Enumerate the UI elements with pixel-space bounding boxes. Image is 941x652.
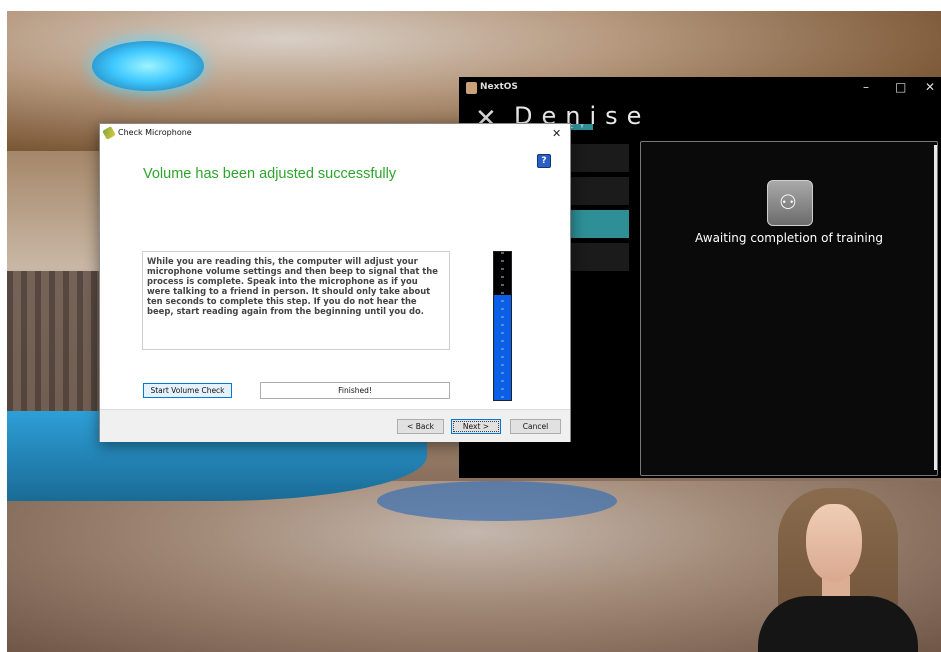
back-button[interactable]: < Back [397,419,444,434]
training-status-text: Awaiting completion of training [695,231,883,245]
background-ceiling-lamp [92,41,204,91]
minimize-button[interactable]: – [863,80,869,94]
dialog-close-button[interactable]: ✕ [552,127,561,140]
dialog-heading: Volume has been adjusted successfully [143,166,397,182]
panel-scrollbar[interactable] [934,145,937,470]
nextos-app-icon [466,82,477,94]
cancel-button[interactable]: Cancel [510,419,561,434]
avatar-face [806,504,862,582]
nav-tab-4[interactable] [567,243,629,271]
nav-tab-2[interactable] [567,177,629,205]
nav-tab-3-active[interactable] [567,210,629,238]
dialog-title: Check Microphone [118,128,192,137]
instructions-box: While you are reading this, the computer… [142,251,450,350]
microphone-wizard-icon [102,126,116,140]
background-floor-inlay [377,481,617,521]
volume-meter-ticks [501,252,504,400]
start-volume-check-button[interactable]: Start Volume Check [143,383,232,398]
training-panel: ⚇ Awaiting completion of training [640,141,938,476]
help-icon[interactable]: ? [537,154,551,168]
check-microphone-dialog: Check Microphone ✕ ? Volume has been adj… [99,123,571,442]
dialog-footer: < Back Next > Cancel [100,409,570,442]
avatar-body [758,596,918,652]
instructions-text: While you are reading this, the computer… [147,256,438,316]
dialog-titlebar[interactable]: Check Microphone ✕ [100,124,570,143]
next-button[interactable]: Next > [451,419,501,434]
nextos-title: NextOS [480,82,518,92]
close-button[interactable]: ✕ [925,80,935,94]
nav-tab-1[interactable] [567,144,629,172]
training-icon: ⚇ [767,180,813,226]
maximize-button[interactable]: □ [895,80,906,94]
volume-meter [493,251,512,401]
status-field: Finished! [260,382,450,399]
assistant-avatar [758,488,918,652]
nextos-titlebar[interactable]: NextOS – □ ✕ [459,77,941,99]
